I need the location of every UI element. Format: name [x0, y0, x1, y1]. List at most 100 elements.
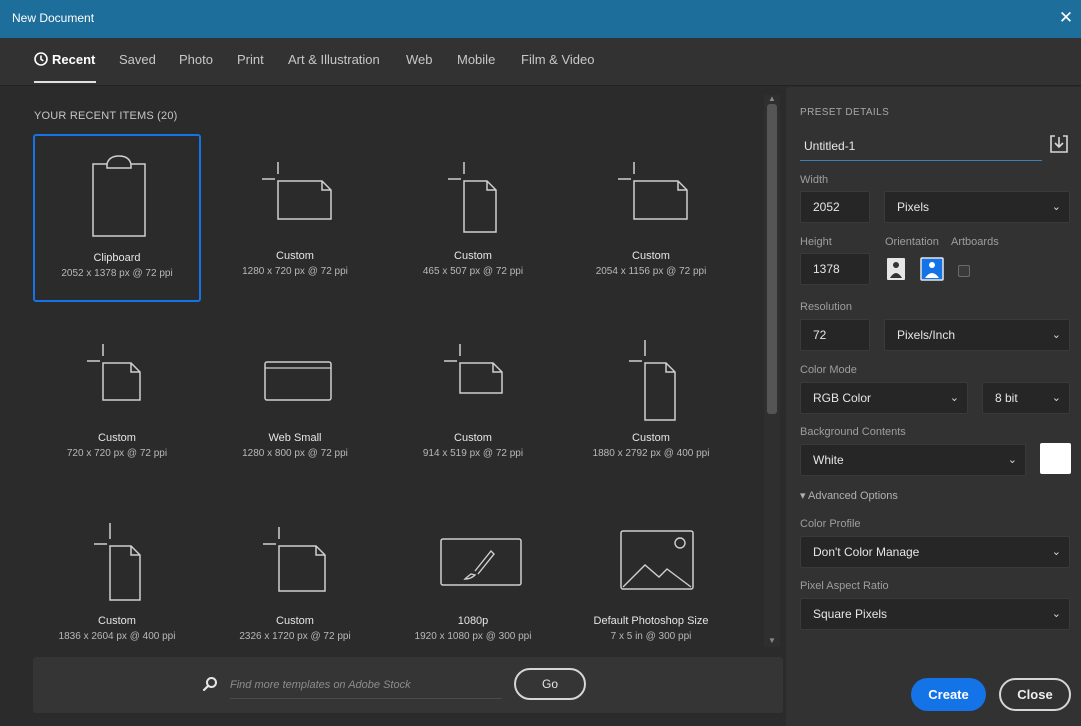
color-mode-value: RGB Color [813, 391, 872, 405]
search-icon [202, 677, 217, 692]
stock-search-input[interactable]: Find more templates on Adobe Stock [230, 671, 502, 699]
resolution-unit-select[interactable]: Pixels/Inch ⌄ [884, 319, 1070, 351]
recent-item-card[interactable]: 1080p 1920 x 1080 px @ 300 ppi [389, 499, 557, 667]
item-name: Custom [454, 432, 492, 444]
chevron-down-icon: ⌄ [1051, 201, 1061, 213]
item-size: 1280 x 720 px @ 72 ppi [242, 266, 348, 277]
artboards-label: Artboards [951, 236, 999, 248]
recent-items-panel: YOUR RECENT ITEMS (20) Clipboard 2052 x … [18, 87, 780, 719]
resolution-unit-value: Pixels/Inch [897, 328, 956, 342]
recent-item-card[interactable]: Custom 1836 x 2604 px @ 400 ppi [33, 499, 201, 667]
color-profile-label: Color Profile [800, 518, 861, 530]
item-name: Custom [98, 432, 136, 444]
tab-label: Recent [52, 52, 96, 67]
tab-art-illustration[interactable]: Art & Illustration [288, 52, 380, 67]
category-tabs: Recent Saved Photo Print Art & Illustrat… [0, 38, 1081, 86]
item-name: Custom [276, 250, 314, 262]
item-size: 914 x 519 px @ 72 ppi [422, 448, 524, 459]
background-contents-select[interactable]: White ⌄ [800, 444, 1026, 476]
preset-name-input[interactable]: Untitled-1 [800, 131, 1042, 161]
item-name: Custom [632, 432, 670, 444]
item-size: 2052 x 1378 px @ 72 ppi [61, 268, 173, 279]
scroll-down-icon[interactable]: ▼ [764, 636, 780, 646]
recent-item-card[interactable]: Custom 720 x 720 px @ 72 ppi [33, 316, 201, 484]
stock-search-bar: Find more templates on Adobe Stock Go [33, 657, 783, 713]
chevron-down-icon: ▾ [800, 490, 808, 502]
item-size: 1836 x 2604 px @ 400 ppi [58, 631, 176, 642]
background-contents-value: White [813, 453, 844, 467]
create-button[interactable]: Create [911, 678, 986, 711]
height-input[interactable]: 1378 [800, 253, 870, 285]
recent-item-card[interactable]: Default Photoshop Size 7 x 5 in @ 300 pp… [567, 499, 735, 667]
item-size: 1920 x 1080 px @ 300 ppi [414, 631, 532, 642]
chevron-down-icon: ⌄ [1051, 608, 1061, 620]
background-color-swatch[interactable] [1040, 443, 1071, 474]
width-unit-select[interactable]: Pixels ⌄ [884, 191, 1070, 223]
chevron-down-icon: ⌄ [1007, 454, 1017, 466]
landscape-orientation-icon[interactable] [920, 257, 944, 281]
bit-depth-select[interactable]: 8 bit ⌄ [982, 382, 1070, 414]
clock-icon [34, 52, 48, 66]
tab-recent[interactable]: Recent [34, 52, 95, 67]
item-size: 1280 x 800 px @ 72 ppi [242, 448, 348, 459]
artboards-checkbox[interactable] [958, 265, 970, 277]
active-tab-indicator [34, 81, 96, 83]
item-name: Custom [454, 250, 492, 262]
recent-item-card[interactable]: Custom 1880 x 2792 px @ 400 ppi [567, 316, 735, 484]
resolution-label: Resolution [800, 301, 852, 313]
chevron-down-icon: ⌄ [949, 392, 959, 404]
height-label: Height [800, 236, 832, 248]
color-mode-select[interactable]: RGB Color ⌄ [800, 382, 968, 414]
item-size: 1880 x 2792 px @ 400 ppi [592, 448, 710, 459]
item-size: 465 x 507 px @ 72 ppi [422, 266, 524, 277]
item-name: Custom [276, 615, 314, 627]
preset-details-panel: PRESET DETAILS Untitled-1 Width 2052 Pix… [786, 87, 1081, 726]
title-bar: New Document ✕ [0, 0, 1081, 38]
item-size: 7 x 5 in @ 300 ppi [610, 631, 692, 642]
advanced-options-label: Advanced Options [807, 490, 898, 502]
color-profile-select[interactable]: Don't Color Manage ⌄ [800, 536, 1070, 568]
item-name: Custom [632, 250, 670, 262]
tab-mobile[interactable]: Mobile [457, 52, 495, 67]
resolution-input[interactable]: 72 [800, 319, 870, 351]
save-preset-icon[interactable] [1048, 133, 1070, 155]
window-title: New Document [12, 11, 95, 25]
recent-item-card[interactable]: Web Small 1280 x 800 px @ 72 ppi [211, 316, 379, 484]
width-unit-value: Pixels [897, 200, 930, 214]
scroll-up-icon[interactable]: ▲ [764, 94, 780, 104]
close-icon[interactable]: ✕ [1055, 7, 1077, 29]
chevron-down-icon: ⌄ [1051, 546, 1061, 558]
item-size: 720 x 720 px @ 72 ppi [66, 448, 168, 459]
recent-item-card[interactable]: Custom 465 x 507 px @ 72 ppi [389, 134, 557, 302]
recent-item-card[interactable]: Custom 1280 x 720 px @ 72 ppi [211, 134, 379, 302]
go-button[interactable]: Go [514, 668, 586, 700]
width-label: Width [800, 174, 829, 186]
item-name: Web Small [268, 432, 322, 444]
close-button[interactable]: Close [999, 678, 1071, 711]
recent-item-card[interactable]: Clipboard 2052 x 1378 px @ 72 ppi [33, 134, 201, 302]
item-name: Custom [98, 615, 136, 627]
tab-web[interactable]: Web [406, 52, 433, 67]
orientation-label: Orientation [885, 236, 939, 248]
width-input[interactable]: 2052 [800, 191, 870, 223]
chevron-down-icon: ⌄ [1051, 329, 1061, 341]
tab-print[interactable]: Print [237, 52, 264, 67]
item-size: 2326 x 1720 px @ 72 ppi [239, 631, 351, 642]
scrollbar-thumb[interactable] [767, 104, 777, 414]
color-mode-label: Color Mode [800, 364, 857, 376]
recent-item-card[interactable]: Custom 914 x 519 px @ 72 ppi [389, 316, 557, 484]
recent-item-card[interactable]: Custom 2054 x 1156 px @ 72 ppi [567, 134, 735, 302]
portrait-orientation-icon[interactable] [886, 257, 906, 281]
pixel-aspect-ratio-select[interactable]: Square Pixels ⌄ [800, 598, 1070, 630]
advanced-options-toggle[interactable]: ▾ Advanced Options [800, 489, 898, 502]
tab-film-video[interactable]: Film & Video [521, 52, 594, 67]
item-name: 1080p [457, 615, 489, 627]
recent-item-card[interactable]: Custom 2326 x 1720 px @ 72 ppi [211, 499, 379, 667]
preset-details-heading: PRESET DETAILS [800, 107, 890, 118]
tab-photo[interactable]: Photo [179, 52, 213, 67]
tab-saved[interactable]: Saved [119, 52, 156, 67]
bit-depth-value: 8 bit [995, 391, 1018, 405]
item-name: Default Photoshop Size [593, 615, 709, 627]
item-size: 2054 x 1156 px @ 72 ppi [595, 266, 707, 277]
pixel-aspect-ratio-label: Pixel Aspect Ratio [800, 580, 889, 592]
